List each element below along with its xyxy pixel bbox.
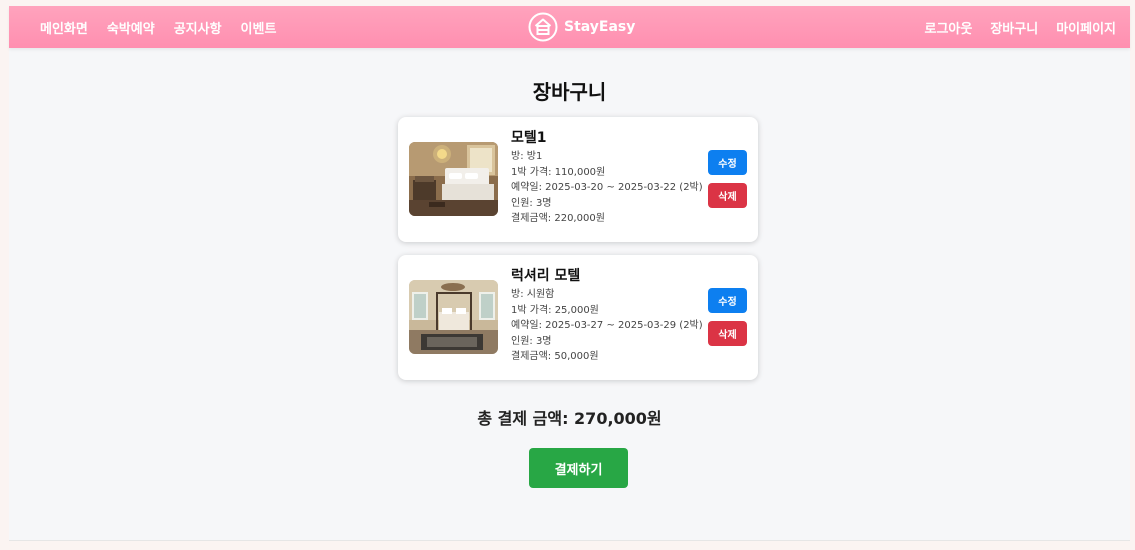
item-info: 모텔1 방: 방1 1박 가격: 110,000원 예약일: 2025-03-2… — [511, 129, 707, 227]
item-name: 럭셔리 모텔 — [511, 268, 581, 284]
page-title: 장바구니 — [532, 80, 607, 104]
nav-link-booking[interactable]: 숙박예약 — [107, 18, 155, 37]
nav-link-cart[interactable]: 장바구니 — [990, 18, 1038, 37]
delete-button[interactable]: 삭제 — [708, 321, 747, 346]
edit-button[interactable]: 수정 — [708, 288, 747, 313]
item-dates: 예약일: 2025-03-20 ~ 2025-03-22 (2박) — [511, 182, 703, 193]
page-frame: 메인화면 숙박예약 공지사항 이벤트 StayEasy 로그아웃 장바구니 마이… — [9, 6, 1130, 541]
pay-button[interactable]: 결제하기 — [529, 448, 628, 488]
item-price: 1박 가격: 25,000원 — [511, 304, 599, 316]
item-info: 럭셔리 모텔 방: 시원함 1박 가격: 25,000원 예약일: 2025-0… — [511, 267, 707, 365]
nav-right-group: 로그아웃 장바구니 마이페이지 — [925, 6, 1117, 48]
top-navbar: 메인화면 숙박예약 공지사항 이벤트 StayEasy 로그아웃 장바구니 마이… — [9, 6, 1130, 48]
nav-link-mypage[interactable]: 마이페이지 — [1056, 18, 1116, 37]
item-price: 1박 가격: 110,000원 — [511, 166, 606, 178]
item-dates: 예약일: 2025-03-27 ~ 2025-03-29 (2박) — [511, 320, 703, 331]
nav-link-event[interactable]: 이벤트 — [241, 18, 277, 37]
item-room: 방: 시원함 — [511, 289, 555, 300]
item-guests: 인원: 3명 — [511, 197, 552, 209]
hotel-logo-icon — [528, 12, 558, 42]
nav-link-home[interactable]: 메인화면 — [40, 18, 88, 37]
item-name: 모텔1 — [511, 130, 547, 146]
nav-left-group: 메인화면 숙박예약 공지사항 이벤트 — [40, 6, 276, 48]
room-thumbnail — [409, 142, 498, 216]
item-guests: 인원: 3명 — [511, 335, 552, 347]
edit-button[interactable]: 수정 — [708, 150, 747, 175]
room-thumbnail — [409, 280, 498, 354]
item-amount: 결제금액: 50,000원 — [511, 351, 599, 362]
cart-item: 럭셔리 모텔 방: 시원함 1박 가격: 25,000원 예약일: 2025-0… — [398, 255, 758, 380]
total-amount: 총 결제 금액: 270,000원 — [477, 409, 662, 428]
hotel-room-image — [409, 142, 498, 216]
delete-button[interactable]: 삭제 — [708, 183, 747, 208]
brand-name: StayEasy — [564, 19, 636, 35]
cart-item: 모텔1 방: 방1 1박 가격: 110,000원 예약일: 2025-03-2… — [398, 117, 758, 242]
hotel-room-image — [409, 280, 498, 354]
brand-logo-link[interactable]: StayEasy — [528, 10, 635, 44]
nav-link-logout[interactable]: 로그아웃 — [925, 18, 973, 37]
item-amount: 결제금액: 220,000원 — [511, 213, 605, 224]
nav-link-notice[interactable]: 공지사항 — [174, 18, 222, 37]
item-room: 방: 방1 — [511, 151, 543, 162]
